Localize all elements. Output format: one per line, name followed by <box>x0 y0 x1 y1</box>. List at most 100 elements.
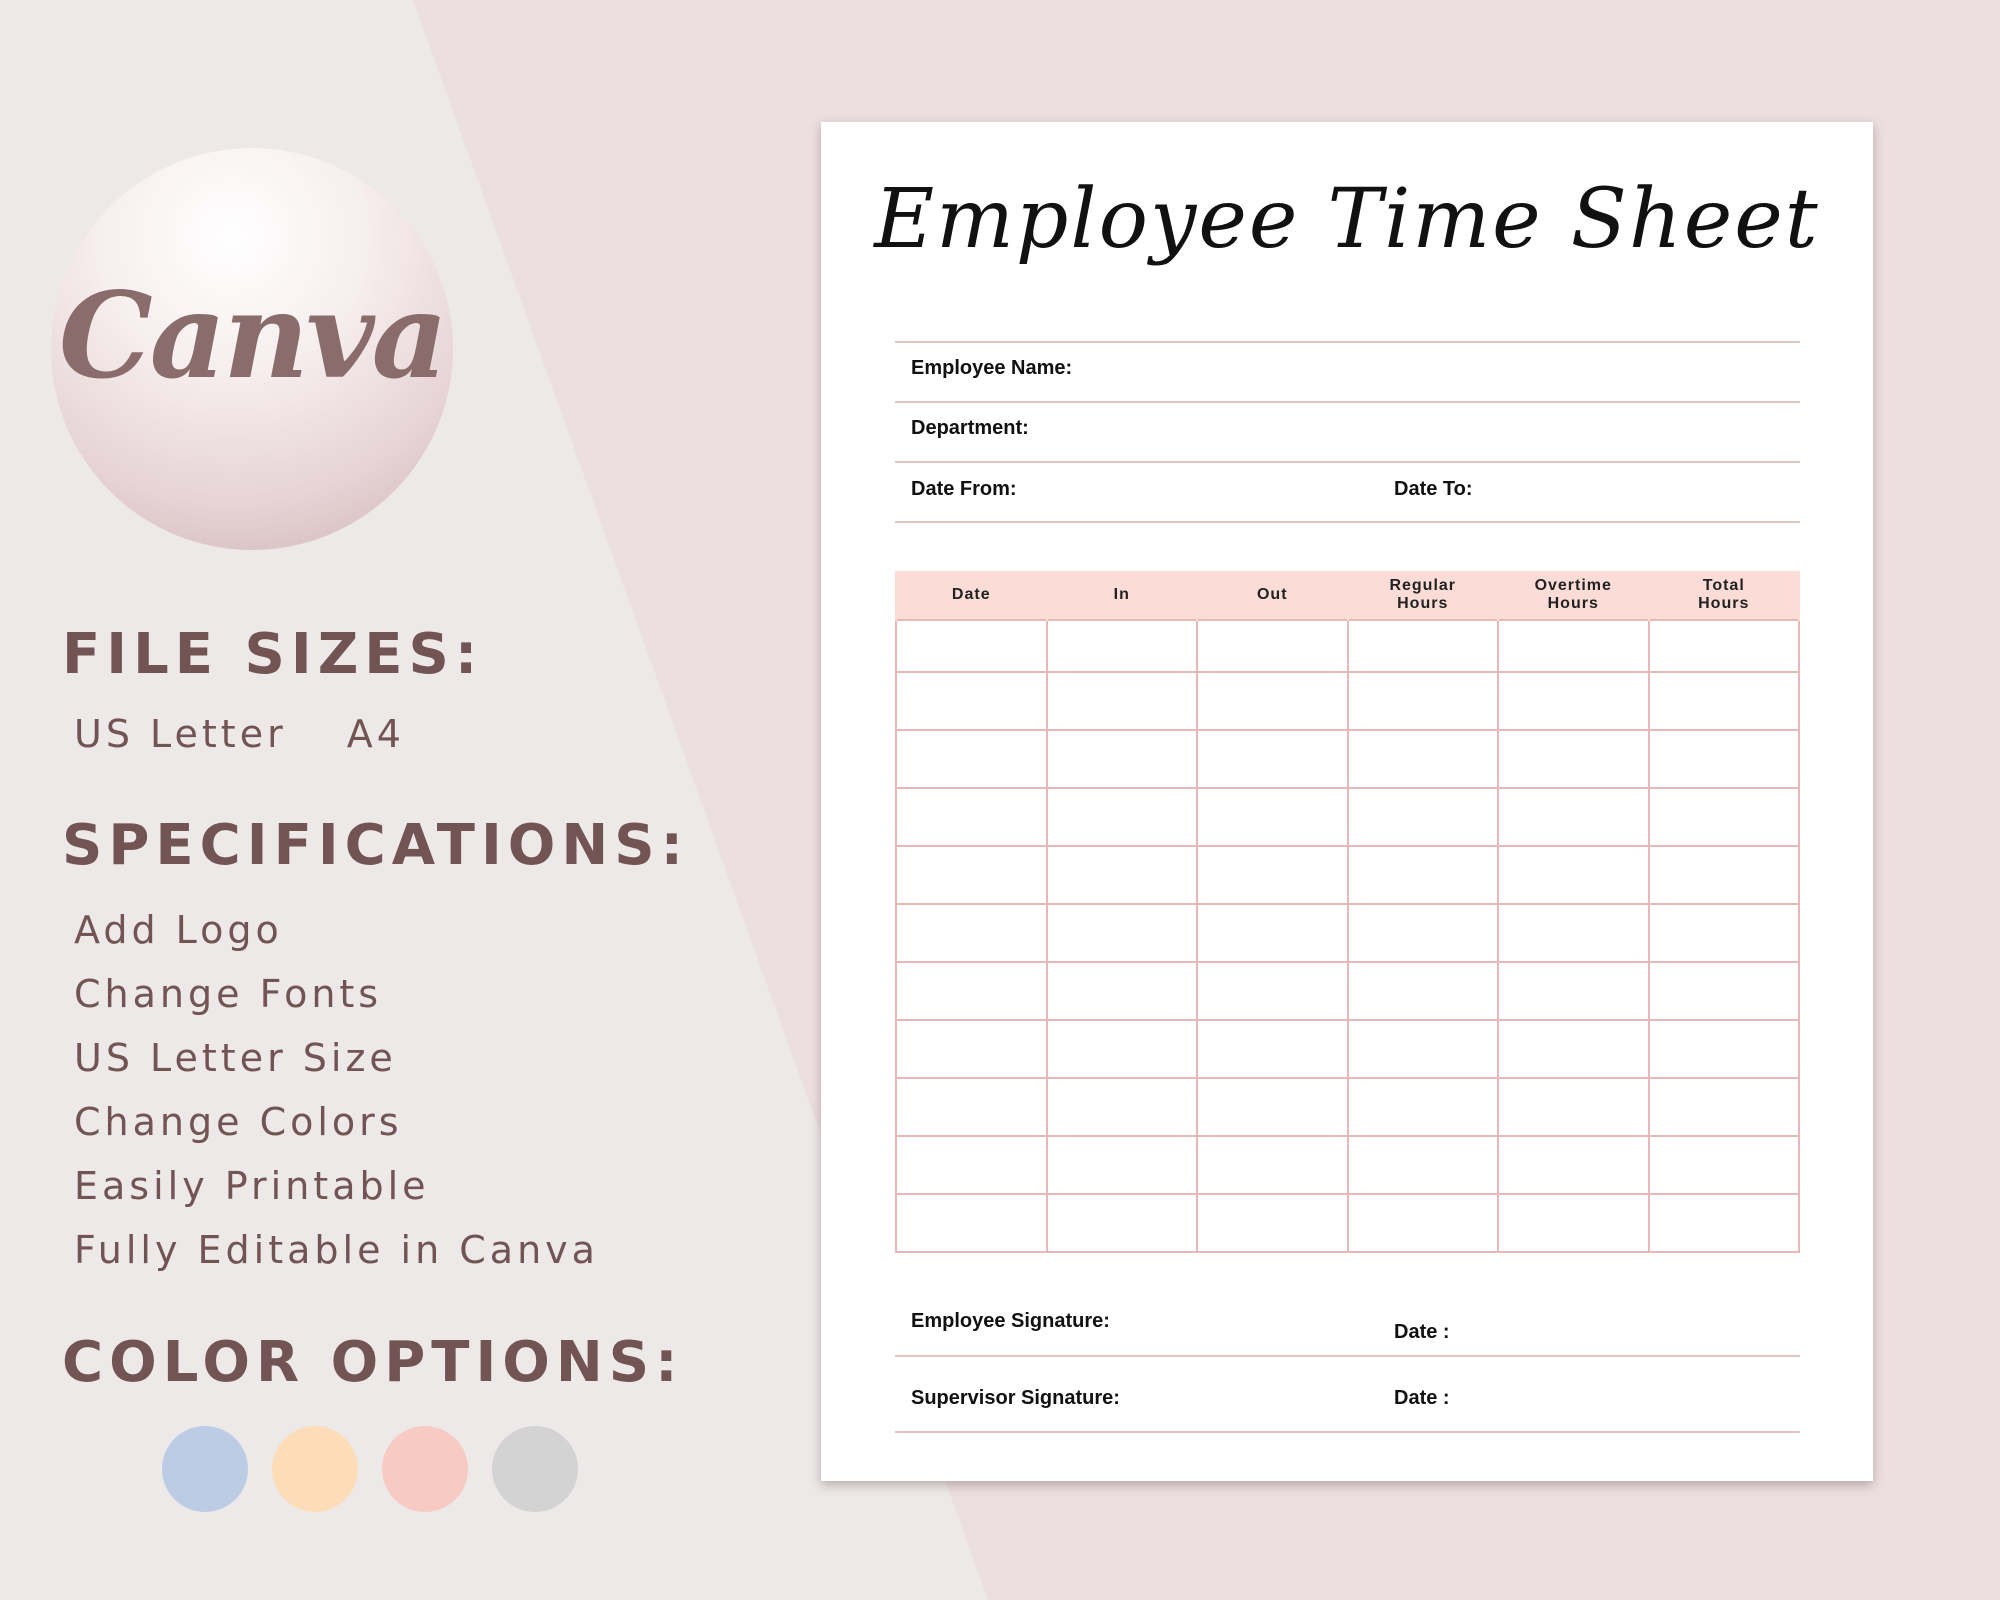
cell-out[interactable] <box>1196 1193 1349 1253</box>
cell-regular-hours[interactable] <box>1346 1019 1499 1079</box>
cell-in[interactable] <box>1045 619 1198 673</box>
cell-regular-hours[interactable] <box>1346 903 1499 963</box>
color-swatch-pink[interactable] <box>382 1426 468 1512</box>
file-sizes-list: US Letter A4 <box>74 712 449 756</box>
timesheet-page: Employee Time Sheet Employee Name: Depar… <box>821 122 1873 1481</box>
cell-date[interactable] <box>895 729 1048 789</box>
cell-total-hours[interactable] <box>1647 787 1800 847</box>
cell-date[interactable] <box>895 845 1048 905</box>
cell-date[interactable] <box>895 961 1048 1021</box>
table-row <box>895 961 1800 1021</box>
employee-signature-date-label: Date : <box>1394 1321 1450 1343</box>
cell-date[interactable] <box>895 671 1048 731</box>
cell-in[interactable] <box>1045 903 1198 963</box>
cell-out[interactable] <box>1196 1135 1349 1195</box>
cell-out[interactable] <box>1196 1019 1349 1079</box>
cell-regular-hours[interactable] <box>1346 1193 1499 1253</box>
cell-in[interactable] <box>1045 671 1198 731</box>
table-header-row: Date In Out Regular Hours Overtime Hours T… <box>895 571 1800 620</box>
table-row <box>895 845 1800 905</box>
cell-date[interactable] <box>895 787 1048 847</box>
cell-regular-hours[interactable] <box>1346 671 1499 731</box>
cell-in[interactable] <box>1045 729 1198 789</box>
cell-total-hours[interactable] <box>1647 845 1800 905</box>
cell-overtime-hours[interactable] <box>1497 619 1650 673</box>
employee-signature-label: Employee Signature: <box>911 1310 1110 1332</box>
cell-regular-hours[interactable] <box>1346 1077 1499 1137</box>
cell-total-hours[interactable] <box>1647 961 1800 1021</box>
date-to-label: Date To: <box>1394 478 1473 500</box>
file-size-a4: A4 <box>346 712 405 756</box>
cell-in[interactable] <box>1045 1193 1198 1253</box>
cell-date[interactable] <box>895 1193 1048 1253</box>
cell-overtime-hours[interactable] <box>1497 961 1650 1021</box>
timesheet-table: Date In Out Regular Hours Overtime Hours T… <box>895 571 1800 1253</box>
cell-out[interactable] <box>1196 729 1349 789</box>
cell-overtime-hours[interactable] <box>1497 1135 1650 1195</box>
table-row <box>895 671 1800 731</box>
cell-in[interactable] <box>1045 1135 1198 1195</box>
employee-signature-line[interactable] <box>895 1355 1800 1357</box>
cell-overtime-hours[interactable] <box>1497 1193 1650 1253</box>
column-header-regular-hours: Regular Hours <box>1346 571 1499 620</box>
cell-total-hours[interactable] <box>1647 729 1800 789</box>
cell-total-hours[interactable] <box>1647 671 1800 731</box>
employee-name-field-line[interactable] <box>895 401 1800 403</box>
cell-regular-hours[interactable] <box>1346 845 1499 905</box>
table-row <box>895 619 1800 673</box>
date-range-field-line[interactable] <box>895 521 1800 523</box>
cell-in[interactable] <box>1045 845 1198 905</box>
cell-in[interactable] <box>1045 787 1198 847</box>
cell-total-hours[interactable] <box>1647 619 1800 673</box>
file-size-us-letter: US Letter <box>74 712 287 756</box>
color-swatch-gray[interactable] <box>492 1426 578 1512</box>
cell-regular-hours[interactable] <box>1346 1135 1499 1195</box>
table-row <box>895 729 1800 789</box>
color-swatch-blue[interactable] <box>162 1426 248 1512</box>
cell-overtime-hours[interactable] <box>1497 729 1650 789</box>
table-row <box>895 1019 1800 1079</box>
canva-logo-badge: Canva <box>51 148 453 550</box>
spec-item: Fully Editable in Canva <box>74 1228 599 1272</box>
cell-date[interactable] <box>895 1019 1048 1079</box>
supervisor-signature-line[interactable] <box>895 1431 1800 1433</box>
cell-date[interactable] <box>895 1077 1048 1137</box>
specifications-heading: SPECIFICATIONS: <box>62 813 689 878</box>
cell-total-hours[interactable] <box>1647 1077 1800 1137</box>
cell-in[interactable] <box>1045 1019 1198 1079</box>
cell-in[interactable] <box>1045 1077 1198 1137</box>
table-body <box>895 619 1800 1253</box>
cell-out[interactable] <box>1196 671 1349 731</box>
cell-regular-hours[interactable] <box>1346 961 1499 1021</box>
cell-total-hours[interactable] <box>1647 1135 1800 1195</box>
cell-out[interactable] <box>1196 961 1349 1021</box>
cell-regular-hours[interactable] <box>1346 619 1499 673</box>
table-row <box>895 1077 1800 1137</box>
spec-item: US Letter Size <box>74 1036 397 1080</box>
cell-regular-hours[interactable] <box>1346 787 1499 847</box>
cell-in[interactable] <box>1045 961 1198 1021</box>
cell-out[interactable] <box>1196 787 1349 847</box>
cell-date[interactable] <box>895 619 1048 673</box>
cell-overtime-hours[interactable] <box>1497 1077 1650 1137</box>
cell-overtime-hours[interactable] <box>1497 845 1650 905</box>
cell-overtime-hours[interactable] <box>1497 903 1650 963</box>
cell-overtime-hours[interactable] <box>1497 1019 1650 1079</box>
cell-date[interactable] <box>895 903 1048 963</box>
cell-regular-hours[interactable] <box>1346 729 1499 789</box>
cell-total-hours[interactable] <box>1647 1193 1800 1253</box>
cell-out[interactable] <box>1196 619 1349 673</box>
table-row <box>895 787 1800 847</box>
department-field-line[interactable] <box>895 461 1800 463</box>
cell-total-hours[interactable] <box>1647 1019 1800 1079</box>
cell-date[interactable] <box>895 1135 1048 1195</box>
date-from-label: Date From: <box>911 478 1017 500</box>
column-header-total-hours: Total Hours <box>1647 571 1800 620</box>
cell-out[interactable] <box>1196 1077 1349 1137</box>
cell-overtime-hours[interactable] <box>1497 671 1650 731</box>
cell-overtime-hours[interactable] <box>1497 787 1650 847</box>
cell-out[interactable] <box>1196 845 1349 905</box>
cell-total-hours[interactable] <box>1647 903 1800 963</box>
cell-out[interactable] <box>1196 903 1349 963</box>
color-swatch-peach[interactable] <box>272 1426 358 1512</box>
